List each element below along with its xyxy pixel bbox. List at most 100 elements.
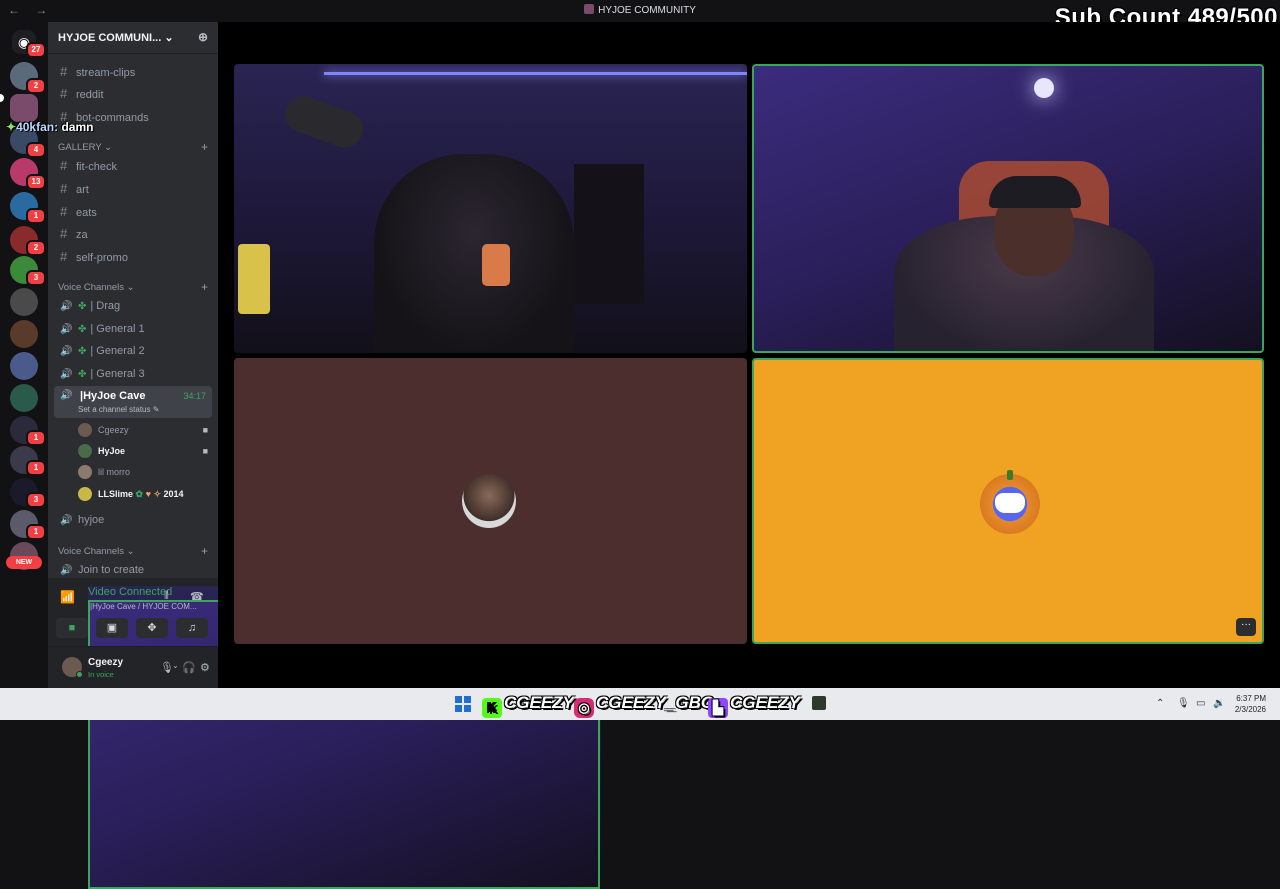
voice-channel-hyjoe[interactable]: 🔊 hyjoe: [54, 510, 212, 530]
voice-channel-join-to-create[interactable]: 🔊 Join to create: [54, 560, 212, 580]
voice-channel-general-2[interactable]: 🔊 ✤ | General 2: [54, 341, 212, 361]
hash-icon: #: [60, 158, 68, 173]
member-name-wrap: LLSlime ✿ ♥ ✧ 2014: [98, 484, 184, 504]
add-channel-icon[interactable]: +: [201, 280, 208, 294]
phone-image: [482, 244, 510, 286]
kick-handle-text: CGEEZY: [504, 693, 574, 712]
gear-icon[interactable]: ⚙: [200, 661, 210, 674]
video-tile-2-speaking[interactable]: [752, 64, 1264, 353]
channel-self-promo[interactable]: # self-promo: [54, 247, 212, 267]
camera-icon: ■: [202, 446, 208, 456]
led-strip: [324, 72, 747, 75]
channel-art[interactable]: # art: [54, 179, 212, 199]
more-options-button[interactable]: ···: [1236, 618, 1256, 636]
instagram-handle: ◎ CGEEZY_GBC: [574, 693, 714, 718]
heart-icon: ♥: [145, 489, 151, 499]
server-badge: 1: [26, 208, 46, 224]
clover-icon: ✤: [78, 346, 87, 357]
call-timer: 34:17: [183, 391, 206, 401]
speaker-icon: 🔊: [60, 324, 73, 335]
instagram-handle-text: CGEEZY_GBC: [596, 693, 714, 712]
hash-icon: #: [60, 181, 68, 196]
server-icon-8[interactable]: [10, 288, 38, 316]
app-tray-icon[interactable]: [812, 696, 826, 710]
network-icon[interactable]: ▭: [1196, 698, 1205, 709]
category-label: Voice Channels: [58, 282, 125, 293]
microphone-tray-icon[interactable]: 🎙: [1177, 698, 1190, 709]
disconnect-icon[interactable]: ☎: [190, 590, 204, 603]
channel-fit-check[interactable]: # fit-check: [54, 156, 212, 176]
voice-channel-hyjoe-cave[interactable]: 🔊 |HyJoe Cave 34:17 Set a channel status…: [54, 386, 212, 418]
speaker-icon: 🔊: [60, 301, 73, 312]
home-badge: 27: [26, 42, 46, 58]
hash-icon: #: [60, 86, 68, 101]
channel-za[interactable]: # za: [54, 224, 212, 244]
voice-member[interactable]: HyJoe ■: [78, 441, 212, 461]
member-name: HyJoe: [98, 446, 126, 456]
activities-button[interactable]: ✥: [136, 618, 168, 638]
avatar-tile-3[interactable]: [234, 358, 747, 644]
windows-start-icon[interactable]: [455, 696, 471, 712]
twitch-handle: ▙ CGEEZY: [708, 693, 800, 718]
server-badge: 2: [26, 240, 46, 256]
video-tile-1[interactable]: [234, 64, 747, 353]
system-clock[interactable]: 6:37 PM 2/3/2026: [1235, 693, 1266, 715]
server-icon-9[interactable]: [10, 320, 38, 348]
server-icon-11[interactable]: [10, 384, 38, 412]
category-gallery[interactable]: GALLERY ⌄ +: [58, 140, 208, 154]
clover-icon: ✤: [78, 369, 87, 380]
category-voice-channels[interactable]: Voice Channels ⌄ +: [58, 280, 208, 294]
add-member-icon[interactable]: ⊕: [198, 30, 208, 44]
chevron-down-icon[interactable]: ⌄: [172, 661, 179, 670]
avatar: [78, 423, 92, 437]
speaker-icon: 🔊: [60, 390, 73, 401]
screen-share-button[interactable]: ▣: [96, 618, 128, 638]
channel-label: eats: [76, 207, 97, 219]
channel-eats[interactable]: # eats: [54, 202, 212, 222]
chevron-up-icon[interactable]: ⌃: [1156, 698, 1164, 709]
soundboard-button[interactable]: ♫: [176, 618, 208, 638]
voice-channel-drag[interactable]: 🔊 ✤ | Drag: [54, 296, 212, 316]
avatar-tile-4-speaking[interactable]: ···: [752, 358, 1264, 644]
voice-member[interactable]: Cgeezy ■: [78, 420, 212, 440]
badge-icon: ✿: [135, 489, 144, 499]
avatar: [78, 487, 92, 501]
voice-connection-panel: 📶 Video Connected |HyJoe Cave / HYJOE CO…: [48, 578, 601, 889]
noise-suppression-icon[interactable]: ⦀: [164, 590, 169, 603]
cap-image: [989, 176, 1081, 208]
user-name: Cgeezy: [88, 657, 124, 668]
server-icon: [584, 4, 595, 14]
member-name: LLSlime: [98, 489, 134, 499]
voice-channel-general-1[interactable]: 🔊 ✤ | General 1: [54, 319, 212, 339]
server-badge: 3: [26, 270, 46, 286]
server-icon-10[interactable]: [10, 352, 38, 380]
hash-icon: #: [60, 249, 68, 264]
channel-label: self-promo: [76, 252, 128, 264]
add-channel-icon[interactable]: +: [201, 544, 208, 558]
add-channel-icon[interactable]: +: [201, 140, 208, 154]
drink-can-image: [238, 244, 270, 314]
server-icon-active[interactable]: [10, 94, 38, 122]
channel-label: reddit: [76, 89, 104, 101]
camera-button[interactable]: ■: [56, 618, 88, 638]
headphones-icon[interactable]: 🎧: [182, 661, 196, 674]
chat-username: 40kfan:: [16, 120, 59, 134]
volume-icon[interactable]: 🔉: [1213, 698, 1225, 709]
voice-member[interactable]: LLSlime ✿ ♥ ✧ 2014: [78, 484, 212, 504]
category-voice-channels-2[interactable]: Voice Channels ⌄ +: [58, 544, 208, 558]
voice-member[interactable]: lil morro: [78, 462, 212, 482]
speaker-icon: 🔊: [60, 515, 73, 526]
channel-stream-clips[interactable]: # stream-clips: [54, 62, 212, 82]
discord-logo-icon: [995, 493, 1025, 513]
server-badge: 3: [26, 492, 46, 508]
channel-reddit[interactable]: # reddit: [54, 84, 212, 104]
clan-tag-text: 2014: [163, 489, 184, 499]
member-name: Cgeezy: [98, 425, 129, 435]
server-header[interactable]: HYJOE COMMUNI... ⌄ ⊕: [48, 22, 218, 54]
chat-message: damn: [61, 120, 94, 134]
window-title-text: HYJOE COMMUNITY: [598, 5, 696, 16]
clover-icon: ✤: [78, 324, 87, 335]
set-channel-status-link[interactable]: Set a channel status ✎: [78, 405, 159, 414]
hash-icon: #: [60, 204, 68, 219]
voice-channel-general-3[interactable]: 🔊 ✤ | General 3: [54, 364, 212, 384]
